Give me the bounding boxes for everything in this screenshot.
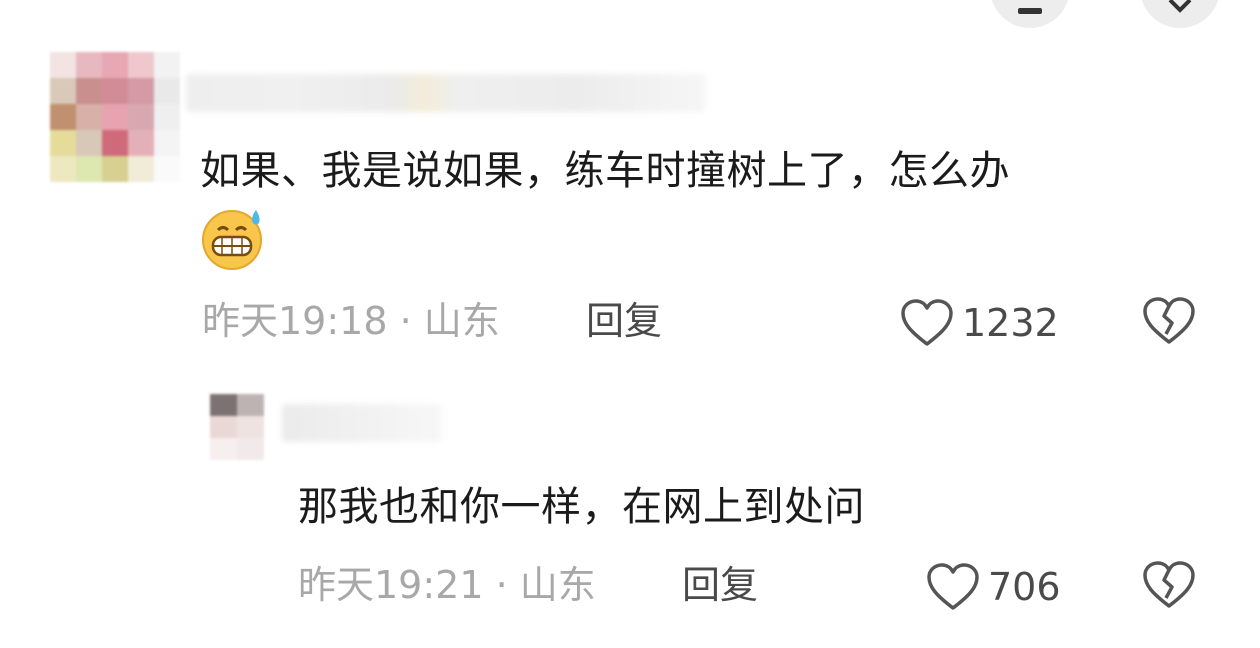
reply-button[interactable]: 回复 bbox=[682, 562, 758, 608]
close-button[interactable] bbox=[1140, 0, 1220, 28]
username[interactable] bbox=[282, 404, 442, 442]
comment-text: 如果、我是说如果，练车时撞树上了，怎么办 bbox=[200, 148, 1010, 194]
profile-button[interactable] bbox=[990, 0, 1070, 28]
avatar[interactable] bbox=[210, 394, 264, 460]
broken-heart-icon[interactable] bbox=[1142, 560, 1196, 610]
like-count: 706 bbox=[988, 565, 1061, 609]
heart-icon bbox=[927, 563, 979, 610]
grinning-sweat-emoji bbox=[202, 210, 262, 270]
close-icon bbox=[1168, 0, 1192, 13]
like-button[interactable]: 706 bbox=[926, 562, 1061, 612]
avatar[interactable] bbox=[50, 52, 180, 182]
heart-icon bbox=[901, 299, 953, 346]
like-count: 1232 bbox=[962, 301, 1059, 345]
person-icon bbox=[1018, 8, 1042, 14]
reply-button[interactable]: 回复 bbox=[586, 298, 662, 344]
username[interactable] bbox=[186, 74, 706, 112]
comment-time-location: 昨天19:21 · 山东 bbox=[298, 563, 596, 607]
comment-time-location: 昨天19:18 · 山东 bbox=[202, 299, 500, 343]
like-button[interactable]: 1232 bbox=[900, 298, 1059, 348]
comment-text: 那我也和你一样，在网上到处问 bbox=[298, 484, 865, 530]
broken-heart-icon[interactable] bbox=[1142, 296, 1196, 346]
